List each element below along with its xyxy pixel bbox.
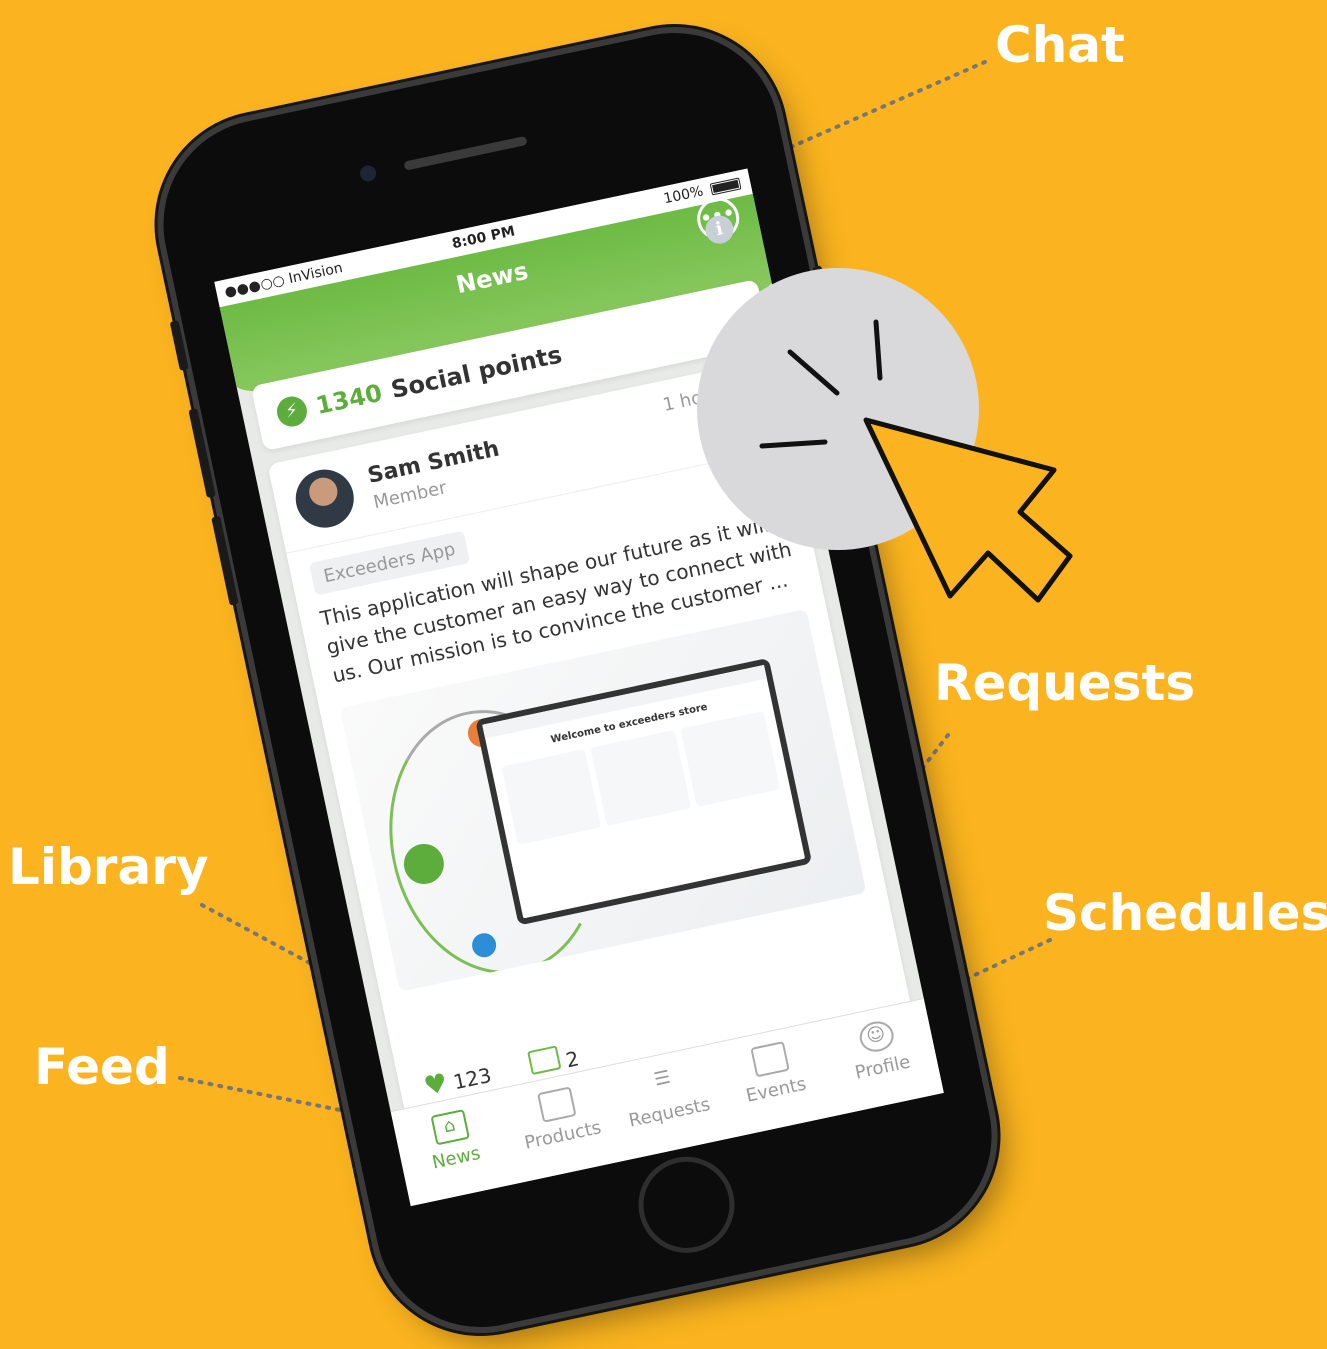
click-ray-left xyxy=(759,439,828,449)
click-ray-diagonal xyxy=(787,349,840,396)
cursor-click-overlay xyxy=(759,319,1073,603)
click-ray-top xyxy=(873,319,883,381)
mouse-pointer-icon xyxy=(863,417,1073,603)
